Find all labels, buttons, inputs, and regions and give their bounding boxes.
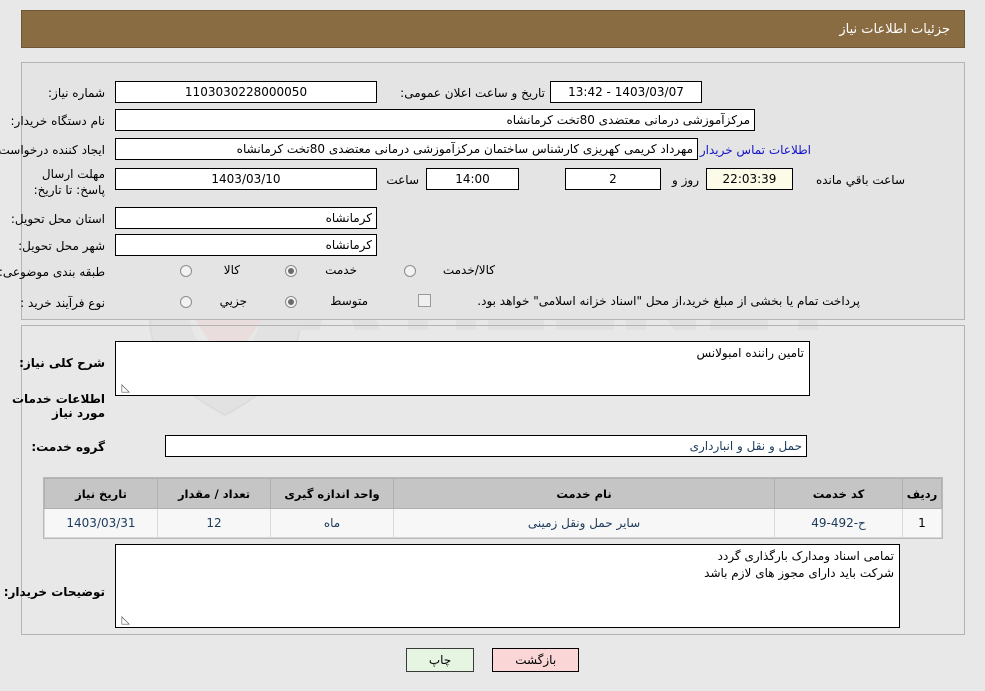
province-value: کرمانشاه (115, 207, 377, 229)
purchase-type-option-label-0: جزیي (219, 294, 247, 308)
buyer-org-value: مرکزآموزشی درمانی معتضدی 80تخت کرمانشاه (115, 109, 755, 131)
buyer-note-line-0: تمامی اسناد ومدارک بارگذاری گردد (717, 549, 894, 563)
table-header-row: ردیف کد خدمت نام خدمت واحد اندازه گیری ت… (44, 478, 942, 509)
category-label: طبقه بندی موضوعی: (0, 265, 105, 279)
th-service-name: نام خدمت (393, 478, 775, 509)
cell-unit: ماه (270, 508, 394, 538)
province-label: استان محل تحویل: (10, 212, 105, 226)
deadline-date-value: 1403/03/10 (115, 168, 377, 190)
general-desc-label: شرح کلی نیاز: (19, 356, 105, 370)
cell-row-number: 1 (902, 508, 942, 538)
hour-label: ساعت (386, 173, 419, 187)
resize-grip-icon[interactable]: ◺ (118, 382, 130, 394)
cell-service-code: ح-492-49 (774, 508, 903, 538)
buyer-contact-link[interactable]: اطلاعات تماس خریدار (700, 143, 811, 158)
page-title: جزئیات اطلاعات نیاز (839, 21, 950, 37)
need-number-label: شماره نیاز: (48, 86, 105, 100)
remaining-days-value: 2 (565, 168, 661, 190)
buyer-notes-textarea[interactable]: تمامی اسناد ومدارک بارگذاری گردد شرکت با… (115, 544, 900, 628)
service-group-value: حمل و نقل و انبارداری (165, 435, 807, 457)
cell-need-date: 1403/03/31 (44, 508, 158, 538)
cell-service-name: سایر حمل ونقل زمینی (393, 508, 775, 538)
category-radio-kala[interactable] (180, 265, 192, 277)
category-radio-khedmat[interactable] (285, 265, 297, 277)
back-button[interactable]: بازگشت (492, 648, 580, 672)
th-service-code: کد خدمت (774, 478, 903, 509)
buyer-org-label: نام دستگاه خریدار: (10, 114, 106, 128)
services-table-wrapper: ردیف کد خدمت نام خدمت واحد اندازه گیری ت… (43, 477, 943, 539)
deadline-label: مهلت ارسال پاسخ: تا تاریخ: (33, 167, 105, 197)
city-label: شهر محل تحویل: (18, 239, 105, 253)
category-radio-kala-khedmat[interactable] (404, 265, 416, 277)
countdown-value: 22:03:39 (706, 168, 793, 190)
purchase-type-option-label-1: متوسط (330, 294, 368, 308)
public-announce-label: تاریخ و ساعت اعلان عمومی: (400, 86, 545, 100)
th-need-date: تاریخ نیاز (44, 478, 158, 509)
purchase-type-label: نوع فرآیند خرید : (20, 296, 105, 310)
countdown-label: ساعت باقي مانده (815, 173, 905, 187)
th-quantity: تعداد / مقدار (157, 478, 271, 509)
print-button[interactable]: چاپ (405, 648, 475, 672)
deadline-time-value: 14:00 (426, 168, 519, 190)
category-option-label-2: کالا/خدمت (442, 263, 495, 277)
th-unit: واحد اندازه گیری (270, 478, 394, 509)
resize-grip-icon[interactable]: ◺ (118, 614, 130, 626)
need-number-value: 1103030228000050 (115, 81, 377, 103)
th-row-number: ردیف (902, 478, 942, 509)
services-table: ردیف کد خدمت نام خدمت واحد اندازه گیری ت… (44, 478, 942, 538)
general-desc-textarea[interactable]: تامین راننده امبولانس ◺ (115, 341, 810, 396)
requester-label: ایجاد کننده درخواست: (0, 143, 105, 157)
cell-quantity: 12 (157, 508, 271, 538)
purchase-type-radio-jozi[interactable] (180, 296, 192, 308)
city-value: کرمانشاه (115, 234, 377, 256)
treasury-bond-label: پرداخت تمام یا بخشی از مبلغ خرید،از محل … (477, 294, 860, 308)
public-announce-value: 1403/03/07 - 13:42 (550, 81, 702, 103)
buyer-notes-label: توضیحات خریدار: (3, 585, 105, 599)
purchase-type-radio-motevaset[interactable] (285, 296, 297, 308)
footer-button-row: بازگشت چاپ (0, 648, 985, 672)
page-root: جزئیات اطلاعات نیاز شماره نیاز: 11030302… (0, 0, 985, 691)
remaining-days-label: روز و (672, 173, 699, 187)
general-desc-value: تامین راننده امبولانس (696, 346, 804, 360)
category-option-label-0: کالا (223, 263, 240, 277)
buyer-note-line-1: شرکت باید دارای مجوز های لازم باشد (704, 566, 894, 580)
service-group-label: گروه خدمت: (31, 440, 105, 454)
page-header-bar: جزئیات اطلاعات نیاز (21, 10, 965, 48)
treasury-bond-checkbox[interactable] (418, 294, 431, 307)
requester-value: مهرداد کریمی کهریزی کارشناس ساختمان مرکز… (115, 138, 698, 160)
table-row[interactable]: 1 ح-492-49 سایر حمل ونقل زمینی ماه 12 14… (44, 508, 942, 538)
category-option-label-1: خدمت (325, 263, 357, 277)
services-heading: اطلاعات خدمات مورد نیاز (11, 392, 105, 420)
